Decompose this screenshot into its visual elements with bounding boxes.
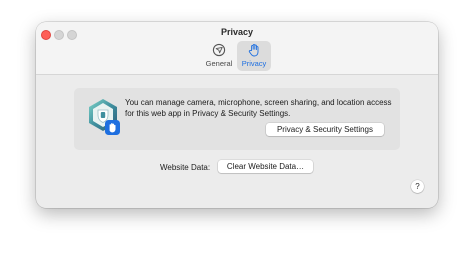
tab-general[interactable]: General: [202, 41, 236, 71]
settings-window: Privacy General Privacy You can manage c…: [36, 22, 438, 208]
tab-privacy[interactable]: Privacy: [237, 41, 271, 71]
window-title: Privacy: [220, 27, 254, 37]
privacy-info-box: You can manage camera, microphone, scree…: [74, 88, 400, 150]
clear-website-data-button[interactable]: Clear Website Data…: [218, 160, 313, 173]
app-shield-icon: [89, 99, 120, 135]
tab-general-label: General: [205, 59, 233, 68]
hand-icon: [248, 43, 259, 57]
website-data-label: Website Data:: [160, 163, 211, 172]
tab-privacy-label: Privacy: [241, 59, 267, 68]
privacy-security-settings-button[interactable]: Privacy & Security Settings: [266, 123, 384, 136]
toolbar: Privacy General Privacy: [36, 22, 438, 75]
help-button[interactable]: ?: [411, 180, 424, 193]
privacy-info-text: You can manage camera, microphone, scree…: [125, 98, 392, 118]
compass-icon: [212, 43, 226, 57]
